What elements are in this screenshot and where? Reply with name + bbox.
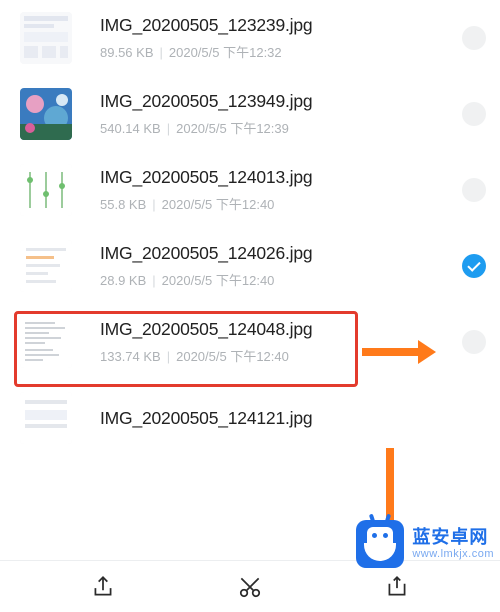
watermark-title: 蓝安卓网	[412, 527, 494, 548]
file-subline: 133.74 KB|2020/5/5 下午12:40	[100, 346, 456, 365]
file-thumbnail	[20, 240, 72, 292]
file-thumbnail	[20, 12, 72, 64]
file-name: IMG_20200505_124013.jpg	[100, 167, 456, 188]
bottom-toolbar	[0, 560, 500, 612]
file-meta: IMG_20200505_123239.jpg 89.56 KB|2020/5/…	[100, 15, 456, 61]
file-meta: IMG_20200505_124121.jpg	[100, 408, 486, 429]
file-meta: IMG_20200505_124013.jpg 55.8 KB|2020/5/5…	[100, 167, 456, 213]
file-name: IMG_20200505_124048.jpg	[100, 319, 456, 340]
file-row[interactable]: IMG_20200505_124121.jpg	[0, 380, 500, 514]
file-meta: IMG_20200505_124026.jpg 28.9 KB|2020/5/5…	[100, 243, 456, 289]
select-radio[interactable]	[462, 254, 486, 278]
share-icon	[90, 574, 116, 600]
file-name: IMG_20200505_123949.jpg	[100, 91, 456, 112]
file-name: IMG_20200505_124121.jpg	[100, 408, 486, 429]
more-button[interactable]	[383, 573, 411, 601]
scissors-icon	[237, 574, 263, 600]
file-name: IMG_20200505_123239.jpg	[100, 15, 456, 36]
file-meta: IMG_20200505_123949.jpg 540.14 KB|2020/5…	[100, 91, 456, 137]
watermark-url: www.lmkjx.com	[412, 548, 494, 561]
export-icon	[384, 574, 410, 600]
file-subline: 89.56 KB|2020/5/5 下午12:32	[100, 42, 456, 61]
select-radio[interactable]	[462, 26, 486, 50]
select-radio[interactable]	[462, 102, 486, 126]
file-list: IMG_20200505_123239.jpg 89.56 KB|2020/5/…	[0, 0, 500, 514]
file-row[interactable]: IMG_20200505_123239.jpg 89.56 KB|2020/5/…	[0, 0, 500, 76]
file-row[interactable]: IMG_20200505_124048.jpg 133.74 KB|2020/5…	[0, 304, 500, 380]
file-subline: 540.14 KB|2020/5/5 下午12:39	[100, 118, 456, 137]
file-subline: 28.9 KB|2020/5/5 下午12:40	[100, 270, 456, 289]
file-name: IMG_20200505_124026.jpg	[100, 243, 456, 264]
file-subline: 55.8 KB|2020/5/5 下午12:40	[100, 194, 456, 213]
select-radio[interactable]	[462, 330, 486, 354]
file-row[interactable]: IMG_20200505_124026.jpg 28.9 KB|2020/5/5…	[0, 228, 500, 304]
file-thumbnail	[20, 316, 72, 368]
file-row[interactable]: IMG_20200505_124013.jpg 55.8 KB|2020/5/5…	[0, 152, 500, 228]
file-thumbnail	[20, 88, 72, 140]
select-radio[interactable]	[462, 178, 486, 202]
file-thumbnail	[20, 164, 72, 216]
file-meta: IMG_20200505_124048.jpg 133.74 KB|2020/5…	[100, 319, 456, 365]
share-button[interactable]	[89, 573, 117, 601]
cut-button[interactable]	[236, 573, 264, 601]
file-thumbnail	[20, 392, 72, 444]
file-row[interactable]: IMG_20200505_123949.jpg 540.14 KB|2020/5…	[0, 76, 500, 152]
